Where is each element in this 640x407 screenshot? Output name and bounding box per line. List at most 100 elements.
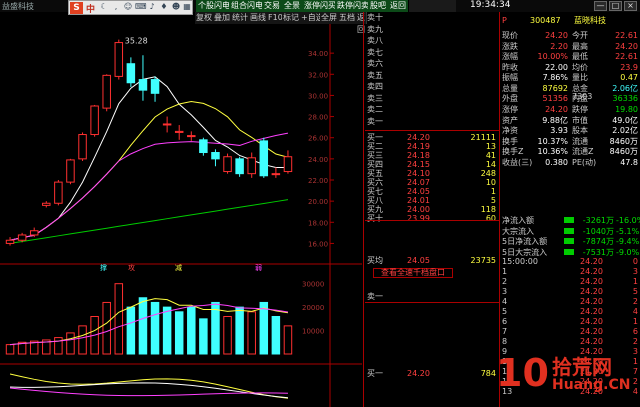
price-tick-label: 24.00 <box>308 156 328 164</box>
panel-divider <box>363 12 364 407</box>
menu-item-flash-stock[interactable]: 个股闪电 <box>196 0 233 12</box>
stat-value: 22.00 <box>545 62 568 72</box>
volume-ma-line <box>9 298 289 346</box>
bid-row: 买一 24.20 21111 <box>365 133 500 142</box>
volume-bar <box>150 301 160 355</box>
kline-svg[interactable]: 34.00 32.00 30.00 28.00 26.00 24.00 22.00 20.00… <box>0 24 362 407</box>
tick-price: 24.20 <box>580 287 603 296</box>
comma-icon[interactable]: , <box>111 2 121 13</box>
bid-label: 买十 <box>367 214 383 223</box>
kline-chart-area[interactable]: 34.00 32.00 30.00 28.00 26.00 24.00 22.00 20.00… <box>0 24 362 407</box>
stat-label: 股本 <box>572 126 588 135</box>
stat-value: 19.80 <box>615 105 638 114</box>
bid-label: 买六 <box>367 178 383 187</box>
view-full-depth-link[interactable]: 查看全速千档盘口 <box>373 268 453 278</box>
tool-stats[interactable]: 统计 <box>231 12 250 24</box>
bid-price: 24.19 <box>407 142 430 151</box>
menu-item-forum[interactable]: 股吧 <box>368 0 389 12</box>
smile-icon[interactable]: ☺ <box>123 2 133 13</box>
volume-bar <box>283 325 293 355</box>
ask-row: 卖九 <box>365 25 500 34</box>
ime-lang-toggle[interactable]: 中 <box>86 2 95 15</box>
tick-row: 5 24.20 4 <box>500 307 640 317</box>
price-tick-label: 28.00 <box>308 114 328 122</box>
stat-value: 49.0亿 <box>612 115 638 125</box>
tick-volume: 4 <box>632 307 638 316</box>
stock-stat-row: 资产 9.88亿 市值 49.0亿 <box>500 115 640 126</box>
bid-row: 买八 24.01 5 <box>365 196 500 205</box>
shirt-icon[interactable]: ♦ <box>159 2 169 13</box>
ask-label: 卖七 <box>367 47 383 57</box>
flow-pct: -9.4% <box>616 237 640 246</box>
menu-item-flash-combo[interactable]: 组合闪电 <box>229 0 266 12</box>
volume-tick-label: 10000 <box>302 328 324 336</box>
tool-mark[interactable]: 标记 <box>282 12 301 24</box>
tool-adjust[interactable]: 复权 <box>195 12 214 24</box>
bid-price: 24.15 <box>407 160 430 169</box>
candle-body <box>5 239 15 244</box>
tool-overlay[interactable]: 叠加 <box>213 12 232 24</box>
bid-label: 买一 <box>367 133 383 142</box>
menu-item-limit-up-buy[interactable]: 涨停闪买 <box>302 0 339 12</box>
menu-item-panorama[interactable]: 全景 <box>282 0 303 12</box>
bid-price: 24.05 <box>407 187 430 196</box>
tick-time: 4 <box>502 297 508 306</box>
stat-value: 2.02亿 <box>612 126 638 135</box>
close-button[interactable]: × <box>624 1 637 11</box>
ask-row: 卖十 <box>365 13 500 22</box>
stat-label: 跌停 <box>572 105 588 114</box>
tick-volume: 5 <box>632 287 638 296</box>
tool-five-level[interactable]: 五档 <box>338 12 357 24</box>
ask-row: 卖四 <box>365 82 500 91</box>
tick-price: 24.20 <box>580 317 603 326</box>
sogou-logo-icon[interactable]: S <box>70 2 83 14</box>
mic-icon[interactable]: ♪ <box>147 2 157 13</box>
user-icon[interactable]: ☻ <box>171 2 181 13</box>
tool-fullscreen[interactable]: 全屏 <box>320 12 339 24</box>
candle-body <box>235 158 244 175</box>
flow-value: -7874万 <box>582 237 614 246</box>
sell-one-label: 卖一 <box>367 292 383 301</box>
bid-price: 23.99 <box>407 214 430 223</box>
volume-bar <box>271 316 281 355</box>
maximize-button[interactable]: □ <box>609 1 622 11</box>
stat-label: 流通 <box>572 136 588 146</box>
bid-volume: 14 <box>485 160 496 169</box>
tick-time: 15:00:00 <box>502 257 538 266</box>
candle-body <box>78 134 87 160</box>
menu-item-back[interactable]: 返回 <box>388 0 409 12</box>
price-tick-label: 30.00 <box>308 92 328 100</box>
ask-label: 卖二 <box>367 105 383 114</box>
keyboard-icon[interactable]: ⌨ <box>135 2 147 13</box>
stat-value: 8460万 <box>609 147 638 156</box>
tick-time: 3 <box>502 287 508 296</box>
ask-row: 卖三 <box>365 94 500 103</box>
menu-item-limit-down-sell[interactable]: 跌停闪卖 <box>335 0 372 12</box>
tool-draw[interactable]: 画线 <box>249 12 268 24</box>
volume-bar <box>187 306 196 355</box>
stat-label: 净资 <box>502 126 518 135</box>
ime-toolbar[interactable]: S 中 ☾ , ☺ ⌨ ♪ ♦ ☻ ▦ <box>68 0 193 15</box>
grid-icon[interactable]: ▦ <box>182 2 192 13</box>
candle-body <box>162 123 172 126</box>
bid-label: 买八 <box>367 196 383 205</box>
tick-price: 24.20 <box>580 277 603 286</box>
stat-label: 换手Z <box>502 147 524 156</box>
moon-icon[interactable]: ☾ <box>99 2 109 13</box>
menu-item-trade[interactable]: 交易 <box>262 0 283 12</box>
flow-label: 大宗流入 <box>502 226 534 236</box>
candle-body <box>259 140 269 177</box>
volume-bar <box>126 306 136 355</box>
candle-body <box>174 130 184 133</box>
stat-label: 现价 <box>502 31 518 40</box>
bid-price: 24.18 <box>407 151 430 160</box>
tick-price: 24.20 <box>580 307 603 316</box>
bid-label: 买四 <box>367 160 383 169</box>
minimize-button[interactable]: — <box>594 1 607 11</box>
flow-bar <box>564 217 574 223</box>
bid-volume: 41 <box>485 151 496 160</box>
stat-value: 24.20 <box>545 31 568 40</box>
stat-value: 8460万 <box>609 136 638 146</box>
candle-body <box>17 234 27 241</box>
stat-label: 均价 <box>572 62 588 72</box>
